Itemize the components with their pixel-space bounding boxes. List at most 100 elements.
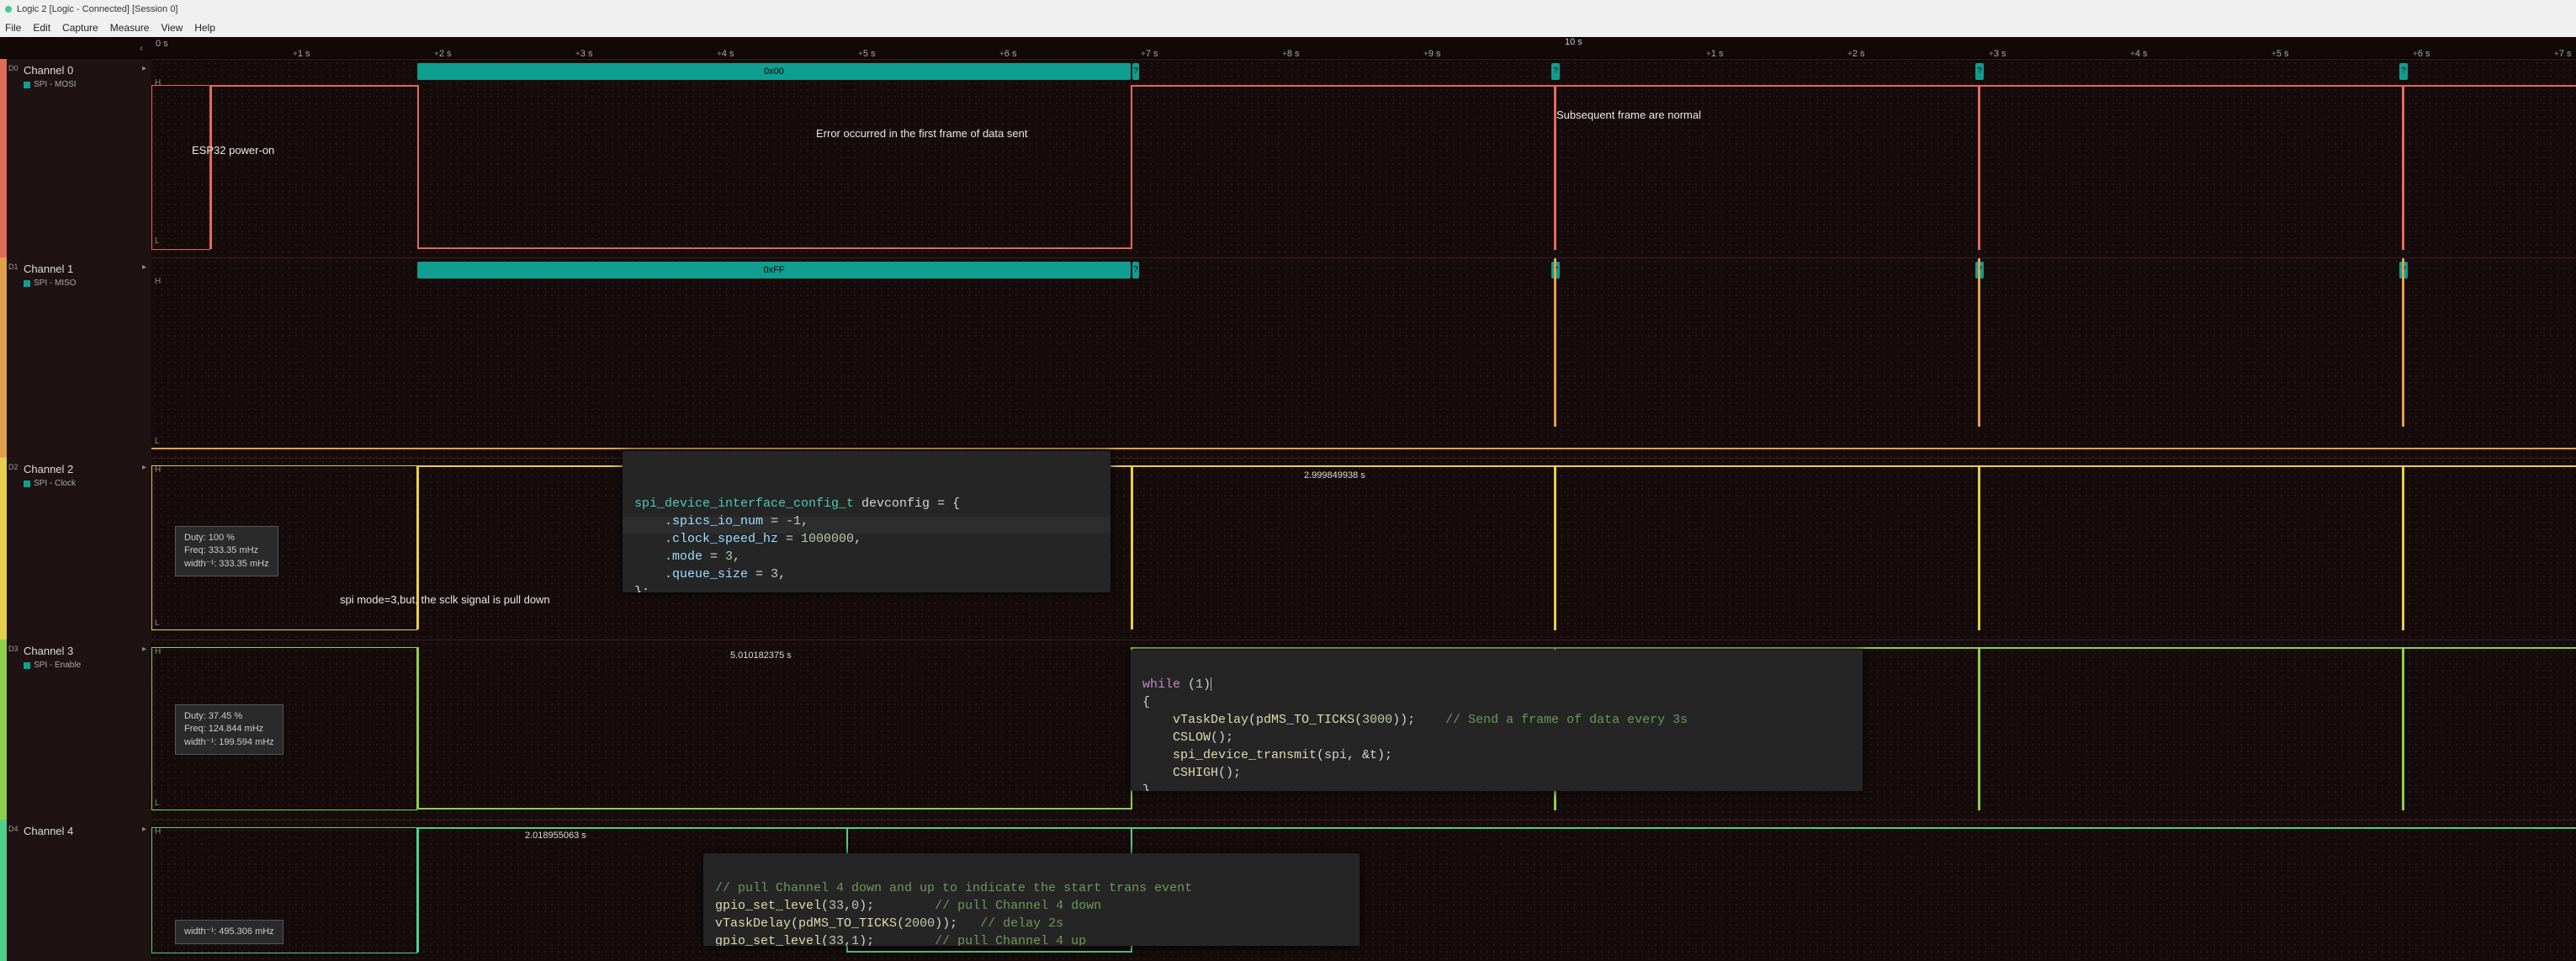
channel-3-header[interactable]: D3 Channel 3 SPI - Enable ▸ (0, 640, 151, 820)
ch2-high (1131, 465, 2576, 467)
channel-index: D1 (8, 263, 19, 271)
title-bar: Logic 2 [Logic - Connected] [Session 0] (0, 0, 2576, 19)
time-tick: +7 s (1141, 49, 1158, 59)
tooltip-duty: Duty: 100 % (184, 532, 269, 544)
waveform-area[interactable]: D0 Channel 0 SPI - MOSI ▸ D1 Channel 1 S… (0, 59, 2576, 961)
ch1-burst (1554, 258, 1556, 427)
measurement-tooltip-ch3: Duty: 37.45 % Freq: 124.844 mHz width⁻¹:… (175, 704, 284, 755)
analyzer-color-icon (24, 82, 30, 88)
ch2-edge (1131, 465, 1133, 629)
tooltip-duty: Duty: 37.45 % (184, 710, 274, 723)
proto-marker: ? (1975, 63, 1984, 80)
channel-1-row[interactable]: H L 0xFF ? ? ? ? (151, 258, 2576, 458)
window-title: Logic 2 [Logic - Connected] [Session 0] (17, 4, 178, 14)
ch2-burst (2402, 465, 2404, 630)
channel-0-color (0, 59, 7, 258)
time-tick: +7 s (2554, 49, 2572, 59)
menu-measure[interactable]: Measure (110, 22, 150, 34)
time-tick: +2 s (1847, 49, 1865, 59)
tooltip-width: width⁻¹: 495.306 mHz (184, 926, 274, 938)
time-tick: +4 s (2130, 49, 2148, 59)
channel-2-row[interactable]: H L Duty: 100 % Freq: 333.35 mHz width⁻¹… (151, 458, 2576, 640)
annotation-poweron: ESP32 power-on (192, 144, 274, 157)
channel-4-color (0, 820, 7, 961)
scroll-left-icon[interactable]: ‹ (140, 42, 143, 54)
menu-file[interactable]: File (5, 22, 21, 34)
channel-2-name: Channel 2 (8, 463, 143, 475)
code-token: // pull Channel 4 down and up to indicat… (715, 881, 1192, 895)
tooltip-freq: Freq: 124.844 mHz (184, 723, 274, 735)
channel-2-sub: SPI - Clock (34, 479, 76, 488)
code-overlay-loop: while (1) { vTaskDelay(pdMS_TO_TICKS(300… (1131, 650, 1863, 791)
ch0-high-seg (210, 85, 417, 87)
code-token: while (1142, 677, 1180, 692)
tooltip-width: width⁻¹: 333.35 mHz (184, 558, 269, 571)
collapse-icon[interactable]: ▸ (142, 645, 146, 654)
channel-2-header[interactable]: D2 Channel 2 SPI - Clock ▸ (0, 458, 151, 640)
menu-view[interactable]: View (161, 22, 183, 34)
channel-2-color (0, 458, 7, 640)
measurement-tooltip-ch4: width⁻¹: 495.306 mHz (175, 920, 284, 944)
collapse-icon[interactable]: ▸ (142, 64, 146, 73)
time-tick: +4 s (717, 49, 734, 59)
channel-1-name: Channel 1 (8, 263, 143, 275)
ch1-low-line (151, 448, 2576, 449)
annotation-first-err: Error occurred in the first frame of dat… (816, 127, 1027, 140)
channel-0-header[interactable]: D0 Channel 0 SPI - MOSI ▸ (0, 59, 151, 258)
miso-frame-bubble[interactable]: 0xFF (417, 262, 1131, 279)
channel-index: D0 (8, 64, 19, 72)
ch3-burst (1978, 647, 1980, 810)
ch0-edge (1131, 85, 1132, 249)
collapse-icon[interactable]: ▸ (142, 263, 146, 272)
time-tick: +5 s (858, 49, 876, 59)
analyzer-color-icon (24, 662, 30, 669)
proto-marker: ? (2399, 63, 2408, 80)
analyzer-color-icon (24, 280, 30, 287)
time-label-ch4: 2.018955063 s (525, 831, 586, 841)
channel-index: D3 (8, 645, 19, 653)
code-token: spi_device_interface_config_t (634, 496, 854, 511)
proto-marker: ? (1551, 63, 1560, 80)
ch4-low (846, 951, 1132, 953)
time-tick: +6 s (2413, 49, 2430, 59)
time-label-ch2: 2.999849938 s (1304, 470, 1365, 481)
status-dot-icon (5, 6, 12, 13)
channel-index: D4 (8, 825, 19, 833)
annotation-sclk-note: spi mode=3,but, the sclk signal is pull … (340, 593, 550, 606)
channel-3-color (0, 640, 7, 820)
channel-4-row[interactable]: H width⁻¹: 495.306 mHz 2.018955063 s (151, 820, 2576, 961)
ch0-burst (2402, 85, 2404, 250)
menu-edit[interactable]: Edit (33, 22, 50, 34)
menu-capture[interactable]: Capture (62, 22, 98, 34)
ch3-edge (417, 647, 419, 810)
timeline-ruler[interactable]: ‹ 0 s 10 s ++1 s1 s +2 s +3 s +4 s +5 s … (0, 37, 2576, 59)
channel-4-header[interactable]: D4 Channel 4 ▸ (0, 820, 151, 961)
ch0-edge (417, 85, 419, 249)
collapse-icon[interactable]: ▸ (142, 825, 146, 834)
channel-0-name: Channel 0 (8, 64, 143, 77)
time-tick: +6 s (999, 49, 1017, 59)
menu-help[interactable]: Help (194, 22, 215, 34)
time-tick: +1 s (1706, 49, 1724, 59)
ch3-low (417, 808, 1132, 810)
channel-1-header[interactable]: D1 Channel 1 SPI - MISO ▸ (0, 258, 151, 458)
time-tick: +3 s (575, 49, 593, 59)
channel-0-row[interactable]: H L 0x00 ? ? ? ? ESP32 power-on Error oc… (151, 59, 2576, 258)
channel-1-sub: SPI - MISO (34, 279, 77, 288)
code-overlay-gpio: // pull Channel 4 down and up to indicat… (703, 853, 1360, 946)
collapse-icon[interactable]: ▸ (142, 463, 146, 472)
measurement-tooltip-ch2: Duty: 100 % Freq: 333.35 mHz width⁻¹: 33… (175, 526, 278, 576)
channel-3-name: Channel 3 (8, 645, 143, 657)
ch0-low-seg (417, 247, 1131, 249)
channel-index: D2 (8, 463, 19, 471)
time-zero-label: 0 s (156, 39, 168, 49)
proto-marker: ? (1132, 63, 1139, 80)
ch4-high (417, 827, 2576, 829)
time-tick: +9 s (1423, 49, 1441, 59)
ch4-edge (417, 827, 419, 953)
time-tick: ++1 s1 s (293, 49, 310, 59)
mosi-frame-bubble[interactable]: 0x00 (417, 63, 1131, 80)
ch0-edge (210, 85, 212, 249)
ch3-high (1131, 647, 2576, 649)
analyzer-color-icon (24, 481, 30, 487)
